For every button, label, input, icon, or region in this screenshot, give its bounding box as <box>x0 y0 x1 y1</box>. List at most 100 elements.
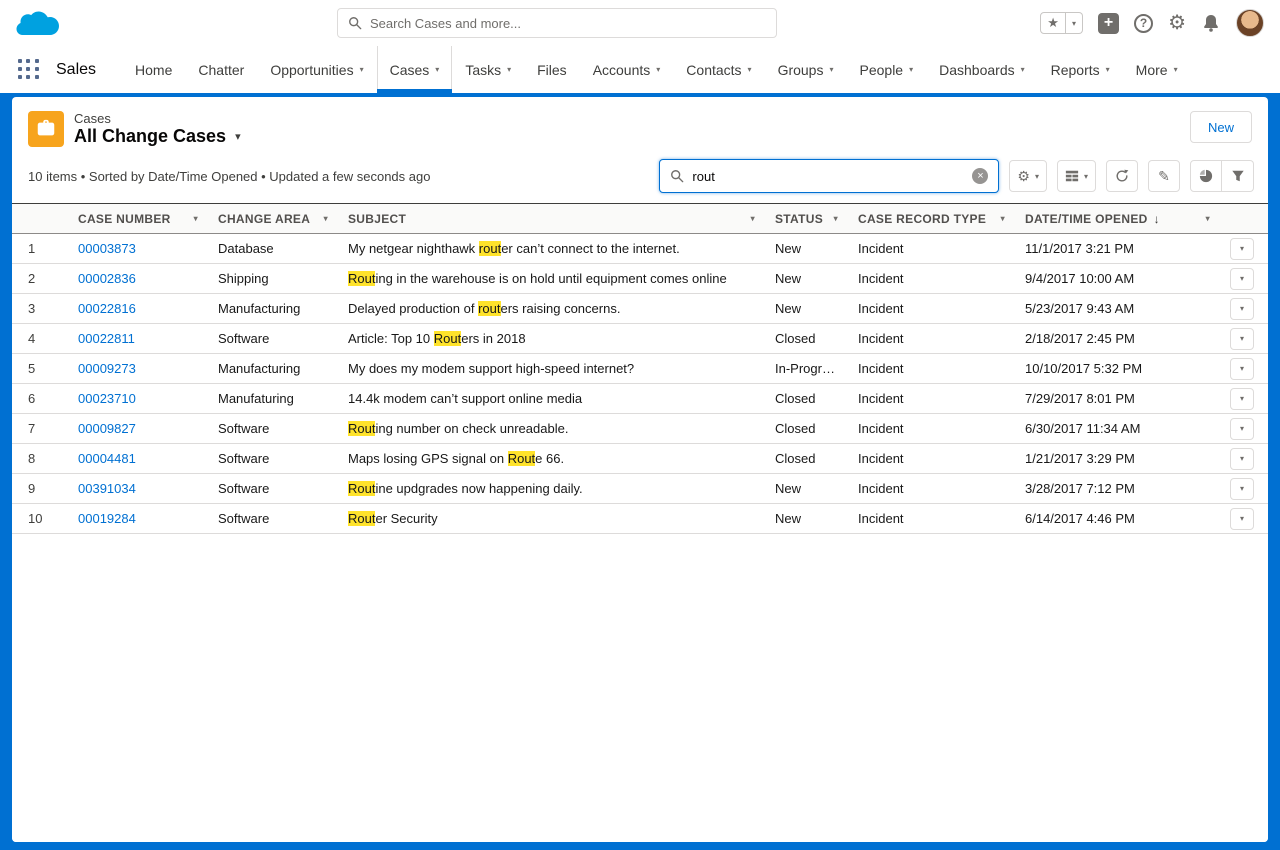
table-row: 8 00004481 Software Maps losing GPS sign… <box>12 444 1268 474</box>
new-button[interactable]: New <box>1190 111 1252 143</box>
nav-item-accounts[interactable]: Accounts ▾ <box>580 46 674 93</box>
column-header-change-area[interactable]: CHANGE AREA▾ <box>208 204 338 234</box>
list-view-selector[interactable]: All Change Cases ▾ <box>74 126 241 147</box>
nav-item-files[interactable]: Files <box>524 46 580 93</box>
global-search <box>337 8 777 38</box>
status-cell: New <box>765 504 848 534</box>
notifications-button[interactable] <box>1201 13 1221 33</box>
chevron-down-icon: ▾ <box>834 214 838 223</box>
help-button[interactable]: ? <box>1134 14 1153 33</box>
setup-button[interactable]: ⚙ <box>1168 13 1186 33</box>
record-type-cell: Incident <box>848 504 1015 534</box>
case-number-link[interactable]: 00003873 <box>78 241 136 256</box>
case-number-link[interactable]: 00391034 <box>78 481 136 496</box>
change-area-cell: Software <box>208 474 338 504</box>
row-actions-button[interactable]: ▾ <box>1230 448 1254 470</box>
display-as-button[interactable]: ▾ <box>1057 160 1096 192</box>
clear-search-button[interactable]: × <box>972 168 988 184</box>
nav-item-dashboards[interactable]: Dashboards ▾ <box>926 46 1038 93</box>
case-number-link[interactable]: 00002836 <box>78 271 136 286</box>
nav-item-tasks[interactable]: Tasks ▾ <box>452 46 524 93</box>
sort-descending-icon: ↓ <box>1154 212 1160 226</box>
case-number-link[interactable]: 00004481 <box>78 451 136 466</box>
column-header-row-number <box>12 204 68 234</box>
column-header-date-time-opened[interactable]: DATE/TIME OPENED ↓ ▾ <box>1015 204 1220 234</box>
bell-icon <box>1201 13 1221 33</box>
column-header-subject[interactable]: SUBJECT▾ <box>338 204 765 234</box>
row-actions-button[interactable]: ▾ <box>1230 328 1254 350</box>
table-row: 9 00391034 Software Routine updgrades no… <box>12 474 1268 504</box>
app-launcher-button[interactable] <box>18 59 40 81</box>
opened-cell: 7/29/2017 8:01 PM <box>1015 384 1220 414</box>
nav-item-groups[interactable]: Groups ▾ <box>765 46 847 93</box>
table-row: 4 00022811 Software Article: Top 10 Rout… <box>12 324 1268 354</box>
favorites-button[interactable]: ★ <box>1040 12 1066 34</box>
list-search-input[interactable] <box>692 169 964 184</box>
nav-item-reports[interactable]: Reports ▾ <box>1038 46 1123 93</box>
row-actions-button[interactable]: ▾ <box>1230 508 1254 530</box>
help-icon: ? <box>1140 16 1147 30</box>
nav-item-label: Accounts <box>593 62 651 78</box>
row-actions-button[interactable]: ▾ <box>1230 478 1254 500</box>
status-cell: New <box>765 234 848 264</box>
record-type-cell: Incident <box>848 264 1015 294</box>
change-area-cell: Manufaturing <box>208 384 338 414</box>
list-view-toolbar: 10 items • Sorted by Date/Time Opened • … <box>12 151 1268 203</box>
nav-item-label: More <box>1136 62 1168 78</box>
list-controls-button[interactable]: ⚙ ▾ <box>1009 160 1047 192</box>
row-actions-button[interactable]: ▾ <box>1230 268 1254 290</box>
nav-item-contacts[interactable]: Contacts ▾ <box>673 46 764 93</box>
opened-cell: 9/4/2017 10:00 AM <box>1015 264 1220 294</box>
refresh-button[interactable] <box>1106 160 1138 192</box>
case-number-link[interactable]: 00022816 <box>78 301 136 316</box>
row-actions-button[interactable]: ▾ <box>1230 358 1254 380</box>
favorites-dropdown-button[interactable]: ▾ <box>1066 12 1083 34</box>
global-header: ★ ▾ + ? ⚙ <box>0 0 1280 46</box>
change-area-cell: Software <box>208 504 338 534</box>
record-type-cell: Incident <box>848 414 1015 444</box>
change-area-cell: Software <box>208 324 338 354</box>
record-type-cell: Incident <box>848 444 1015 474</box>
case-number-link[interactable]: 00019284 <box>78 511 136 526</box>
row-actions-button[interactable]: ▾ <box>1230 238 1254 260</box>
global-search-input[interactable] <box>370 16 766 31</box>
row-actions-button[interactable]: ▾ <box>1230 298 1254 320</box>
nav-item-label: Chatter <box>198 62 244 78</box>
salesforce-logo-icon <box>14 7 62 39</box>
column-header-case-record-type[interactable]: CASE RECORD TYPE▾ <box>848 204 1015 234</box>
nav-item-home[interactable]: Home <box>122 46 185 93</box>
charts-button[interactable] <box>1190 160 1222 192</box>
nav-item-label: Groups <box>778 62 824 78</box>
case-number-link[interactable]: 00022811 <box>78 331 135 346</box>
row-actions-button[interactable]: ▾ <box>1230 418 1254 440</box>
case-number-link[interactable]: 00009273 <box>78 361 136 376</box>
star-icon: ★ <box>1047 15 1059 31</box>
nav-item-more[interactable]: More ▾ <box>1123 46 1191 93</box>
case-number-link[interactable]: 00023710 <box>78 391 136 406</box>
nav-item-chatter[interactable]: Chatter <box>185 46 257 93</box>
nav-item-people[interactable]: People ▾ <box>847 46 927 93</box>
chevron-down-icon: ▾ <box>656 65 660 74</box>
nav-item-cases[interactable]: Cases ▾ <box>377 46 453 93</box>
edit-button[interactable]: ✎ <box>1148 160 1180 192</box>
column-header-case-number[interactable]: CASE NUMBER▾ <box>68 204 208 234</box>
table-row: 3 00022816 Manufacturing Delayed product… <box>12 294 1268 324</box>
plus-icon: + <box>1104 15 1113 31</box>
chevron-down-icon: ▾ <box>1240 244 1244 253</box>
row-actions-button[interactable]: ▾ <box>1230 388 1254 410</box>
row-number: 10 <box>12 504 68 534</box>
nav-item-opportunities[interactable]: Opportunities ▾ <box>257 46 376 93</box>
global-actions-button[interactable]: + <box>1098 13 1119 34</box>
filter-button[interactable] <box>1222 160 1254 192</box>
status-cell: Closed <box>765 384 848 414</box>
opened-cell: 6/14/2017 4:46 PM <box>1015 504 1220 534</box>
list-view-header: Cases All Change Cases ▾ New <box>12 97 1268 151</box>
record-type-cell: Incident <box>848 474 1015 504</box>
nav-item-label: Contacts <box>686 62 741 78</box>
column-header-status[interactable]: STATUS▾ <box>765 204 848 234</box>
nav-item-label: Tasks <box>465 62 501 78</box>
case-number-link[interactable]: 00009827 <box>78 421 136 436</box>
user-avatar[interactable] <box>1236 9 1264 37</box>
opened-cell: 6/30/2017 11:34 AM <box>1015 414 1220 444</box>
subject-cell: My netgear nighthawk router can’t connec… <box>338 234 765 264</box>
